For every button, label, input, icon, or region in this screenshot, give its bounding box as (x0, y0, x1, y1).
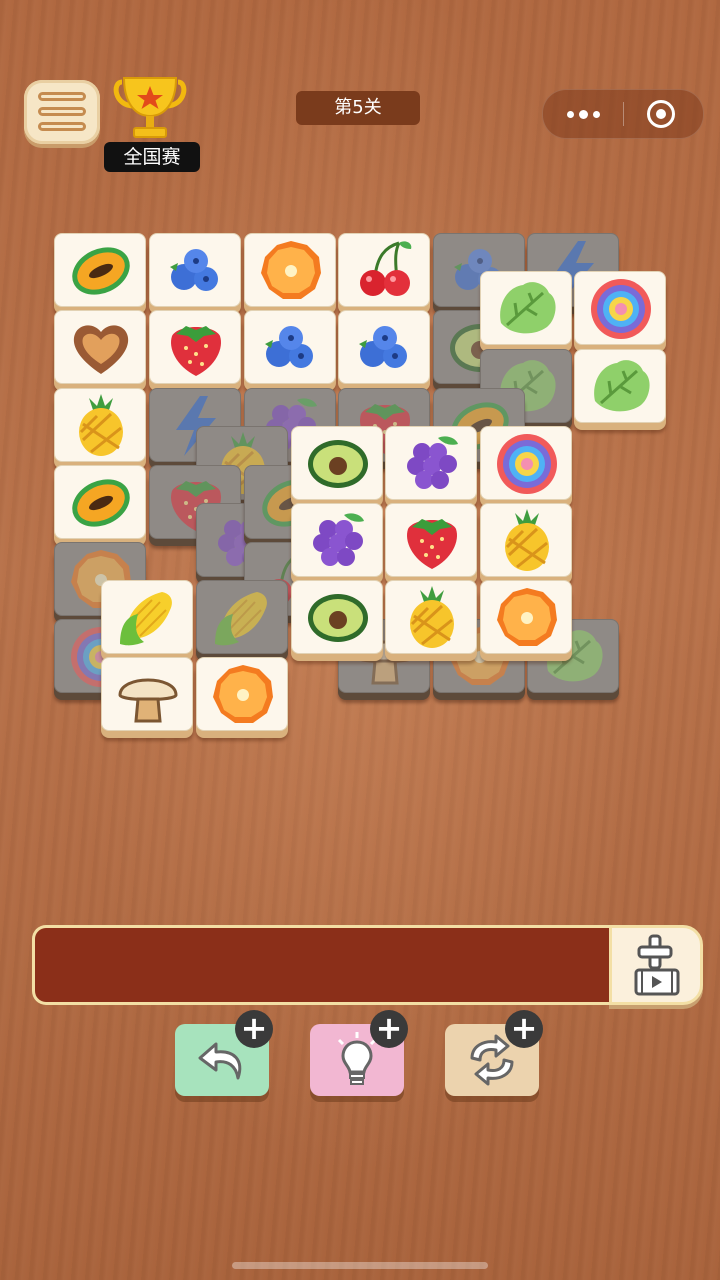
lettuce-icon (500, 282, 556, 334)
tile-orange[interactable] (196, 657, 288, 731)
tile-lollipop[interactable] (480, 426, 572, 500)
undo-plus-badge[interactable]: + (235, 1010, 273, 1048)
tile-mushroom[interactable] (101, 657, 193, 731)
tile-avocado[interactable] (291, 426, 383, 500)
tile-blueberry[interactable] (149, 233, 241, 307)
tile-cookie-heart[interactable] (54, 310, 146, 384)
tile-orange[interactable] (244, 233, 336, 307)
tile-avocado[interactable] (291, 580, 383, 654)
tile-grape[interactable] (385, 426, 477, 500)
tile-corn (196, 580, 288, 654)
tile-papaya[interactable] (54, 233, 146, 307)
corn-icon (120, 592, 172, 646)
tile-cherry[interactable] (338, 233, 430, 307)
tile-blueberry[interactable] (338, 310, 430, 384)
tile-pineapple[interactable] (54, 388, 146, 462)
corn-icon (215, 592, 267, 646)
tile-orange[interactable] (480, 580, 572, 654)
tile-pineapple[interactable] (385, 580, 477, 654)
papaya-icon (72, 247, 130, 295)
orange-icon (213, 665, 273, 723)
blueberry-icon (170, 249, 218, 291)
tile-strawberry[interactable] (385, 503, 477, 577)
pineapple-icon (410, 586, 454, 648)
avocado-icon (308, 440, 368, 488)
tile-strawberry[interactable] (149, 310, 241, 384)
plus-video-icon (634, 934, 680, 996)
tile-lettuce[interactable] (480, 271, 572, 345)
tile-lettuce[interactable] (574, 349, 666, 423)
mushroom-icon (118, 678, 178, 723)
tile-grape[interactable] (291, 503, 383, 577)
hint-plus-badge[interactable]: + (370, 1010, 408, 1048)
tile-papaya[interactable] (54, 465, 146, 539)
orange-icon (497, 588, 557, 646)
shuffle-plus-badge[interactable]: + (505, 1010, 543, 1048)
tile-blueberry[interactable] (244, 310, 336, 384)
grape-icon (407, 436, 458, 489)
cookie-heart-icon (73, 325, 129, 374)
tile-board (0, 0, 720, 800)
tile-pineapple[interactable] (480, 503, 572, 577)
strawberry-icon (171, 326, 221, 376)
lollipop-icon (497, 434, 557, 494)
cherry-icon (360, 241, 412, 296)
lettuce-icon (594, 360, 650, 412)
grape-icon (313, 513, 364, 566)
blueberry-icon (359, 326, 407, 368)
tile-corn[interactable] (101, 580, 193, 654)
pineapple-icon (79, 394, 123, 456)
papaya-icon (72, 479, 130, 527)
blueberry-icon (265, 326, 313, 368)
home-indicator (232, 1262, 488, 1269)
tile-tray (32, 925, 616, 1005)
lollipop-icon (591, 279, 651, 339)
orange-icon (261, 241, 321, 299)
tile-lollipop[interactable] (574, 271, 666, 345)
pineapple-icon (505, 509, 549, 571)
avocado-icon (308, 594, 368, 642)
strawberry-icon (407, 519, 457, 569)
add-slot-button[interactable] (609, 925, 703, 1005)
